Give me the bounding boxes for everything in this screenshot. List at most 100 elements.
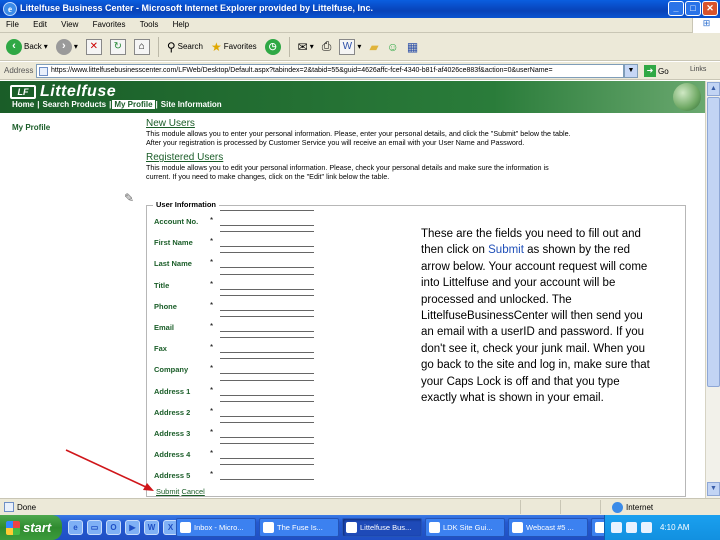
address-input[interactable]: https://www.littelfusebusinesscenter.com… bbox=[36, 64, 624, 78]
tray-security-icon[interactable] bbox=[641, 522, 652, 533]
menu-bar: File Edit View Favorites Tools Help ⊞ bbox=[0, 18, 720, 33]
forward-button[interactable]: › ▾ bbox=[54, 36, 80, 58]
desktop-quicklaunch-icon[interactable]: ▭ bbox=[87, 520, 102, 535]
outlook-quicklaunch-icon[interactable]: O bbox=[106, 520, 121, 535]
field-input-address-3[interactable] bbox=[220, 437, 314, 438]
links-toolbar[interactable]: Links bbox=[690, 66, 706, 73]
menu-favorites[interactable]: Favorites bbox=[87, 18, 132, 29]
field-label-first-name: First Name bbox=[154, 238, 193, 248]
nav-home[interactable]: Home bbox=[10, 100, 36, 109]
home-button[interactable]: ⌂ bbox=[132, 36, 152, 58]
field-input-company[interactable] bbox=[220, 373, 314, 375]
field-input-address-4[interactable] bbox=[220, 458, 314, 460]
minimize-button[interactable]: _ bbox=[668, 1, 684, 16]
forward-arrow-icon: › bbox=[55, 38, 72, 55]
menu-view[interactable]: View bbox=[55, 18, 84, 29]
research-icon: ▦ bbox=[406, 39, 419, 54]
scroll-thumb[interactable] bbox=[707, 97, 720, 387]
app-icon bbox=[429, 522, 440, 533]
taskbar-buttons: Inbox - Micro... The Fuse Is... Littelfuse… bbox=[176, 518, 671, 537]
field-input-first-name[interactable] bbox=[220, 246, 314, 248]
clock[interactable]: 4:10 AM bbox=[660, 523, 689, 532]
favorites-label: Favorites bbox=[223, 42, 257, 51]
word-quicklaunch-icon[interactable]: W bbox=[144, 520, 159, 535]
toolbar-separator bbox=[288, 36, 290, 57]
menu-help[interactable]: Help bbox=[167, 18, 195, 29]
required-marker: * bbox=[210, 343, 214, 353]
history-icon: ◷ bbox=[264, 38, 281, 55]
quick-launch: e ▭ O ▶ W X bbox=[68, 520, 178, 535]
required-marker: * bbox=[210, 216, 214, 225]
scroll-down-button[interactable]: ▼ bbox=[707, 482, 720, 496]
field-input-phone[interactable] bbox=[220, 309, 314, 311]
taskbar-button[interactable]: The Fuse Is... bbox=[259, 518, 339, 537]
required-marker: * bbox=[210, 279, 214, 289]
cancel-button[interactable]: Cancel bbox=[181, 487, 204, 496]
field-underline bbox=[220, 231, 314, 233]
field-input-address-2[interactable] bbox=[220, 415, 314, 417]
littelfuse-logo[interactable]: LF Littelfuse bbox=[10, 83, 116, 101]
folder-button[interactable]: ▰ bbox=[367, 36, 380, 58]
search-button[interactable]: ⚲ Search bbox=[165, 36, 205, 58]
address-dropdown-button[interactable]: ▼ bbox=[624, 64, 638, 78]
required-marker: * bbox=[210, 237, 214, 247]
field-input-address-5[interactable] bbox=[220, 479, 314, 481]
history-button[interactable]: ◷ bbox=[263, 36, 283, 58]
menu-file[interactable]: File bbox=[0, 18, 25, 29]
submit-button[interactable]: Submit bbox=[156, 487, 179, 496]
internet-zone-icon bbox=[612, 502, 623, 513]
field-input-title[interactable] bbox=[220, 288, 314, 290]
field-input-address-1[interactable] bbox=[220, 394, 314, 396]
mail-button[interactable]: ✉ ▾ bbox=[296, 36, 316, 58]
dropdown-arrow-icon: ▾ bbox=[73, 42, 78, 51]
start-button[interactable]: start bbox=[0, 515, 62, 540]
tray-network-icon[interactable] bbox=[611, 522, 622, 533]
nav-site-information[interactable]: Site Information bbox=[159, 100, 224, 109]
dropdown-arrow-icon: ▾ bbox=[43, 42, 48, 51]
refresh-button[interactable]: ↻ bbox=[108, 36, 128, 58]
app-icon bbox=[263, 522, 274, 533]
address-label: Address bbox=[4, 66, 34, 75]
research-button[interactable]: ▦ bbox=[405, 36, 420, 58]
taskbar-button[interactable]: LDK Site Gui... bbox=[425, 518, 505, 537]
window-title-bar[interactable]: e Littelfuse Business Center - Microsoft… bbox=[0, 0, 720, 18]
favorites-button[interactable]: ★ Favorites bbox=[209, 36, 259, 58]
media-quicklaunch-icon[interactable]: ▶ bbox=[125, 520, 140, 535]
vertical-scrollbar[interactable]: ▲ ▼ bbox=[705, 81, 720, 498]
back-label: Back bbox=[24, 42, 42, 51]
go-button[interactable]: ➜ Go bbox=[644, 65, 669, 77]
nav-my-profile[interactable]: My Profile bbox=[112, 100, 155, 109]
close-button[interactable]: ✕ bbox=[702, 1, 718, 16]
folder-icon: ▰ bbox=[369, 39, 379, 54]
taskbar-button-label: Webcast #5 ... bbox=[526, 523, 574, 532]
print-button[interactable]: ⎙ bbox=[320, 36, 334, 58]
taskbar-button[interactable]: Webcast #5 ... bbox=[508, 518, 588, 537]
field-label-account-no: Account No. bbox=[154, 217, 199, 226]
back-button[interactable]: ‹ Back ▾ bbox=[4, 36, 50, 58]
required-marker: * bbox=[210, 385, 214, 395]
taskbar: start e ▭ O ▶ W X Inbox - Micro... The Fu… bbox=[0, 515, 720, 540]
form-field-row: Title * bbox=[154, 273, 314, 291]
sidebar-item-my-profile[interactable]: My Profile bbox=[12, 123, 50, 132]
edit-button[interactable]: W ▾ bbox=[337, 36, 363, 58]
form-field-row: Last Name * bbox=[154, 252, 314, 269]
field-input-last-name[interactable] bbox=[220, 267, 314, 269]
field-input-email[interactable] bbox=[220, 331, 314, 332]
required-marker: * bbox=[210, 470, 214, 480]
taskbar-button[interactable]: Inbox - Micro... bbox=[176, 518, 256, 537]
messenger-button[interactable]: ☺ bbox=[385, 36, 401, 58]
field-input-fax[interactable] bbox=[220, 352, 314, 354]
scroll-up-button[interactable]: ▲ bbox=[707, 82, 720, 96]
menu-tools[interactable]: Tools bbox=[134, 18, 165, 29]
mail-icon: ✉ bbox=[297, 39, 308, 54]
ie-quicklaunch-icon[interactable]: e bbox=[68, 520, 83, 535]
status-cell bbox=[520, 500, 521, 514]
maximize-button[interactable]: □ bbox=[685, 1, 701, 16]
tray-volume-icon[interactable] bbox=[626, 522, 637, 533]
taskbar-button[interactable]: Littelfuse Bus... bbox=[342, 518, 422, 537]
menu-edit[interactable]: Edit bbox=[27, 18, 53, 29]
field-input-account-no[interactable] bbox=[220, 225, 314, 226]
stop-button[interactable]: ✕ bbox=[84, 36, 104, 58]
nav-search-products[interactable]: Search Products bbox=[40, 100, 108, 109]
form-actions: Submit Cancel bbox=[156, 487, 205, 496]
